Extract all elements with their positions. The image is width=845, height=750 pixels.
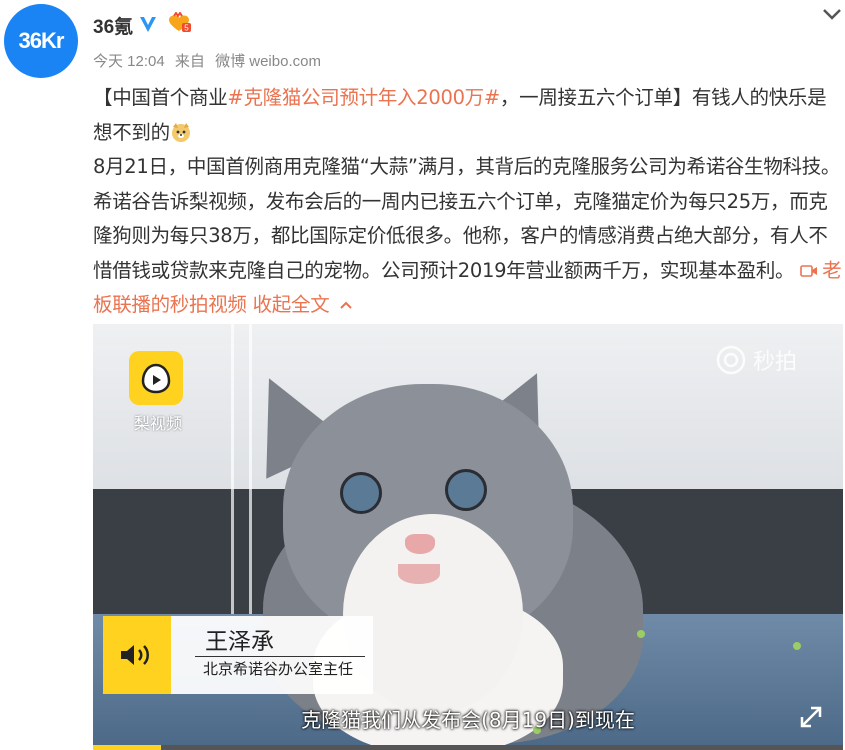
chevron-down-icon[interactable] <box>820 6 844 22</box>
chevron-up-icon <box>340 301 353 309</box>
cage-bar <box>231 324 234 614</box>
collapse-full-text[interactable]: 收起全文 <box>253 293 354 316</box>
video-player[interactable]: 梨视频 秒拍 王泽承 北京希诺谷办公室主任 克隆猫我们从发布会(8月19日)到现… <box>93 324 843 750</box>
svg-text:5: 5 <box>184 24 189 33</box>
headline-prefix: 【中国首个商业 <box>93 86 228 109</box>
doge-emoji-icon <box>171 122 190 142</box>
expand-icon[interactable] <box>798 704 824 730</box>
verified-icon <box>140 17 156 32</box>
post-content: 【中国首个商业#克隆猫公司预计年入2000万#，一周接五六个订单】有钱人的快乐是… <box>93 81 843 323</box>
video-icon <box>800 264 818 277</box>
source-prefix: 来自 <box>174 53 205 70</box>
speaker-nameplate: 王泽承 北京希诺谷办公室主任 <box>103 616 373 694</box>
cat-nose <box>405 534 435 554</box>
pear-logo-label: 梨视频 <box>133 414 182 433</box>
video-progress-fill <box>93 745 161 750</box>
speaker-name: 王泽承 <box>205 629 274 655</box>
cat-eye-left <box>340 472 382 514</box>
cat-eye-right <box>445 469 487 511</box>
member-badge-icon[interactable]: 5 <box>166 12 192 34</box>
miaopai-watermark: 秒拍 <box>715 344 797 376</box>
floor-pellet <box>637 630 645 638</box>
avatar-text: 36Kr <box>18 28 65 53</box>
post-source[interactable]: 微博 weibo.com <box>215 53 321 70</box>
miaopai-label: 秒拍 <box>753 350 798 375</box>
post-body: 8月21日，中国首例商用克隆猫“大蒜”满月，其背后的克隆服务公司为希诺谷生物科技… <box>93 155 841 282</box>
cat-mouth <box>398 564 440 584</box>
speaker-box <box>103 616 171 694</box>
video-progress-bar[interactable] <box>93 745 843 750</box>
speaker-icon <box>121 645 149 665</box>
video-subtitle: 克隆猫我们从发布会(8月19日)到现在 <box>301 708 635 732</box>
nameplate-divider <box>195 656 365 657</box>
floor-pellet <box>793 642 801 650</box>
hashtag-link[interactable]: #克隆猫公司预计年入2000万# <box>227 86 500 109</box>
avatar[interactable]: 36Kr <box>4 4 78 78</box>
pear-logo-icon <box>129 351 183 405</box>
post-time[interactable]: 今天 12:04 <box>93 53 165 70</box>
username[interactable]: 36氪 <box>93 12 133 39</box>
collapse-label: 收起全文 <box>252 293 330 316</box>
post-meta: 今天 12:04 来自 微博 weibo.com <box>93 50 327 71</box>
cage-bar <box>249 324 252 614</box>
speaker-title: 北京希诺谷办公室主任 <box>203 660 354 678</box>
miaopai-icon <box>716 345 746 375</box>
